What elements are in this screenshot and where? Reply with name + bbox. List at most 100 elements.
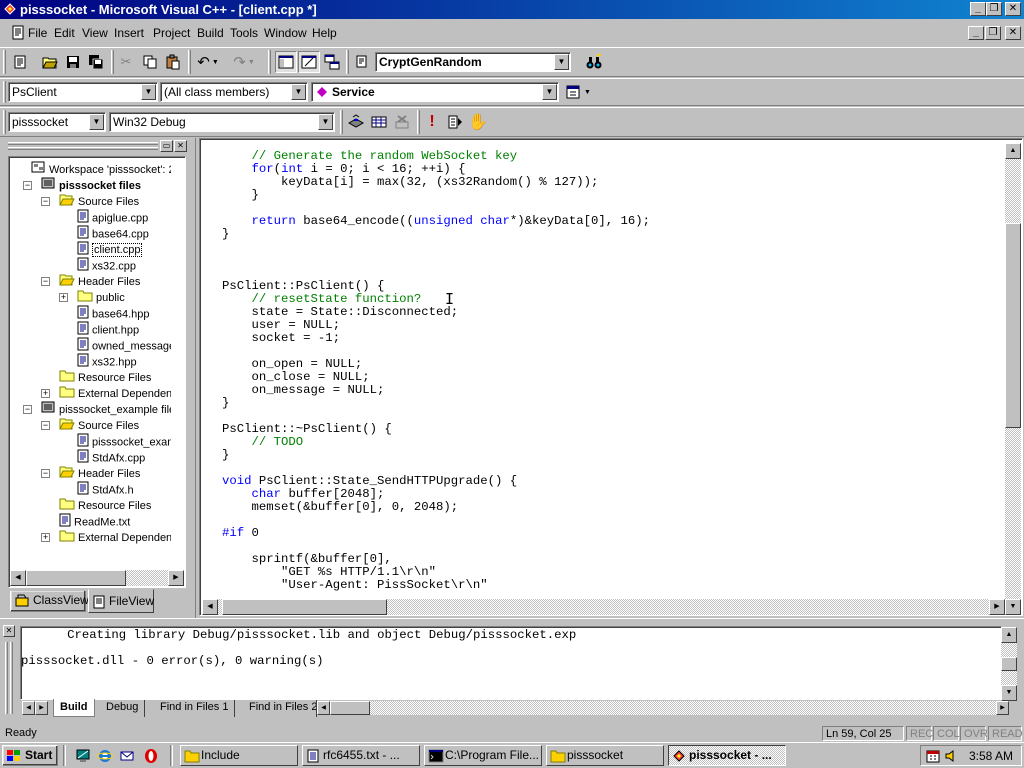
collapse-icon[interactable]: −	[23, 405, 32, 414]
tree-item[interactable]: pisssocket_example files	[41, 401, 171, 417]
tab-find-in-files-1[interactable]: Find in Files 1	[154, 700, 236, 717]
save-all-button[interactable]	[85, 51, 107, 73]
scroll-left-button[interactable]: ◀	[10, 570, 26, 586]
tree-item[interactable]: pisssocket files	[41, 177, 141, 193]
volume-icon[interactable]	[943, 748, 959, 764]
tab-scroll-right-button[interactable]: ▶	[35, 701, 48, 715]
tab-scroll-left-button[interactable]: ◀	[22, 701, 35, 715]
menu-build[interactable]: Build	[197, 26, 224, 40]
collapse-icon[interactable]: −	[41, 469, 50, 478]
scroll-right-button[interactable]: ▶	[996, 701, 1009, 715]
open-button[interactable]	[39, 51, 61, 73]
output-hscroll-track[interactable]	[330, 701, 996, 715]
tree-item[interactable]: base64.hpp	[77, 305, 150, 321]
redo-button[interactable]: ↷ ▼	[229, 51, 259, 73]
taskbar-button-include[interactable]: Include	[180, 745, 298, 766]
workspace-toggle-button[interactable]	[275, 51, 297, 73]
quicklaunch-desktop[interactable]	[73, 745, 93, 766]
tab-classview[interactable]: ClassView	[10, 591, 89, 612]
taskbar-button-msvc[interactable]: pisssocket - ...	[668, 745, 786, 766]
tree-item[interactable]: StdAfx.cpp	[77, 449, 145, 465]
scroll-up-button[interactable]: ▲	[1005, 143, 1021, 159]
find-button[interactable]	[583, 51, 605, 73]
menu-window[interactable]: Window	[264, 26, 307, 40]
taskbar-button-rfc6455[interactable]: rfc6455.txt - ...	[302, 745, 420, 766]
window-list-button[interactable]	[321, 51, 343, 73]
tree-item[interactable]: public	[77, 289, 125, 305]
quicklaunch-outlook[interactable]	[117, 745, 137, 766]
chevron-down-icon[interactable]: ▼	[542, 84, 557, 100]
menu-tools[interactable]: Tools	[230, 26, 258, 40]
chevron-down-icon[interactable]: ▼	[554, 54, 569, 70]
scroll-up-button[interactable]: ▲	[1001, 627, 1017, 643]
tree-item[interactable]: StdAfx.h	[77, 481, 134, 497]
go-button[interactable]	[444, 111, 466, 133]
doc-icon[interactable]	[10, 25, 26, 41]
menu-file[interactable]: File	[28, 26, 47, 40]
start-button[interactable]: Start	[2, 745, 58, 766]
collapse-icon[interactable]: −	[41, 197, 50, 206]
menu-help[interactable]: Help	[312, 26, 337, 40]
execute-button[interactable]: !	[421, 111, 443, 133]
scroll-thumb[interactable]	[26, 570, 126, 586]
output-toggle-button[interactable]	[298, 51, 320, 73]
mdi-close-button[interactable]: ✕	[1005, 26, 1021, 40]
close-button[interactable]: ✕	[1005, 2, 1021, 16]
tree-item[interactable]: Resource Files	[59, 369, 151, 385]
members-combo[interactable]: (All class members) ▼	[160, 82, 308, 102]
tree-item[interactable]: Header Files	[59, 465, 140, 481]
quicklaunch-opera[interactable]	[141, 745, 161, 766]
tree-item[interactable]: External Dependencies	[59, 529, 171, 545]
wizard-actions-button[interactable]: ▼	[562, 81, 594, 103]
save-button[interactable]	[62, 51, 84, 73]
tree-item[interactable]: Source Files	[59, 417, 139, 433]
taskbar-button-program-files[interactable]: C:\Program File...	[424, 745, 542, 766]
chevron-down-icon[interactable]: ▼	[89, 114, 104, 130]
file-tree[interactable]: Workspace 'pisssocket': 2 proje pisssocke…	[8, 156, 186, 588]
tree-item[interactable]: client.cpp	[77, 241, 143, 258]
scroll-right-button[interactable]: ▶	[168, 570, 184, 586]
cut-button[interactable]: ✂	[115, 51, 137, 73]
compile-button[interactable]	[345, 111, 367, 133]
mdi-restore-button[interactable]: ❐	[985, 26, 1001, 40]
menu-project[interactable]: Project	[153, 26, 190, 40]
msvc-icon[interactable]	[3, 2, 17, 16]
chevron-down-icon[interactable]: ▼	[141, 84, 156, 100]
stop-build-button[interactable]	[391, 111, 413, 133]
config-combo[interactable]: Win32 Debug ▼	[109, 112, 335, 132]
collapse-icon[interactable]: −	[23, 181, 32, 190]
copy-button[interactable]	[139, 51, 161, 73]
paste-button[interactable]	[162, 51, 184, 73]
tree-item[interactable]: owned_message.h	[77, 337, 171, 353]
output-window[interactable]: Creating library Debug/pisssocket.lib an…	[20, 626, 1017, 701]
tree-item[interactable]: base64.cpp	[77, 225, 149, 241]
build-button[interactable]	[368, 111, 390, 133]
tree-item[interactable]: apiglue.cpp	[77, 209, 148, 225]
tree-item[interactable]: External Dependencies	[59, 385, 171, 401]
code-text[interactable]: // Generate the random WebSocket key for…	[222, 150, 650, 592]
taskbar-button-pisssocket-folder[interactable]: pisssocket	[546, 745, 664, 766]
scroll-left-button[interactable]: ◀	[317, 701, 330, 715]
expand-icon[interactable]: +	[41, 533, 50, 542]
minimize-button[interactable]: _	[970, 2, 986, 16]
clock[interactable]: 3:58 AM	[969, 749, 1013, 763]
menu-edit[interactable]: Edit	[54, 26, 75, 40]
tab-fileview[interactable]: FileView	[88, 589, 154, 613]
project-combo[interactable]: pisssocket ▼	[8, 112, 106, 132]
code-editor[interactable]: // Generate the random WebSocket key for…	[199, 138, 1023, 616]
tree-item[interactable]: Header Files	[59, 273, 140, 289]
expand-icon[interactable]: +	[59, 293, 68, 302]
find-combo[interactable]: CryptGenRandom ▼	[375, 52, 571, 72]
output-hscroll-thumb[interactable]	[330, 701, 370, 715]
scroll-right-button[interactable]: ▶	[989, 599, 1005, 615]
collapse-icon[interactable]: −	[41, 277, 50, 286]
workspace-close-button[interactable]: ✕	[174, 140, 187, 152]
scroll-down-button[interactable]: ▼	[1005, 599, 1021, 615]
class-combo[interactable]: PsClient ▼	[8, 82, 158, 102]
chevron-down-icon[interactable]: ▼	[318, 114, 333, 130]
undo-button[interactable]: ↶ ▼	[193, 51, 223, 73]
output-vscroll-thumb[interactable]	[1001, 657, 1017, 671]
output-close-button[interactable]: ✕	[3, 625, 15, 637]
collapse-icon[interactable]: −	[41, 421, 50, 430]
scroll-down-button[interactable]: ▼	[1001, 685, 1017, 701]
